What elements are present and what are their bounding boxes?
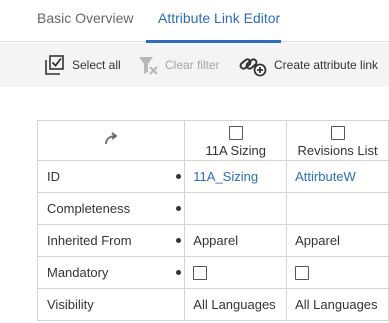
grid-cell [286,256,389,289]
attribute-id-link[interactable]: AttirbuteW [295,169,356,184]
row-label-cell: Completeness [36,192,186,225]
create-attribute-link-button[interactable]: Create attribute link [238,53,378,77]
grid-cell [286,192,389,225]
grid-cell: AttirbuteW [286,160,389,193]
column-label: 11A Sizing [205,143,266,158]
select-all-label: Select all [72,58,121,72]
column-header-revisions-list: Revisions List [286,120,389,161]
tab-basic-overview[interactable]: Basic Overview [37,8,133,28]
bullet-icon [176,206,182,211]
clear-filter-label: Clear filter [165,58,220,72]
create-link-label: Create attribute link [274,58,379,72]
mandatory-checkbox[interactable] [295,265,310,280]
column-checkbox[interactable] [228,126,243,140]
column-label: Revisions List [297,143,378,158]
toolbar: Select all Clear filter Create attribute… [0,43,389,87]
row-label: Visibility [47,297,94,312]
clear-filter-button[interactable]: Clear filter [137,53,220,77]
bullet-icon [176,174,182,179]
grid-cell: Apparel [184,224,288,257]
select-all-button[interactable]: Select all [44,53,121,77]
column-checkbox[interactable] [330,126,345,140]
column-header-11a-sizing: 11A Sizing [184,120,288,161]
tab-bar: Basic Overview Attribute Link Editor [0,0,389,43]
row-label-cell: Mandatory [36,256,186,289]
row-label: ID [47,169,60,184]
row-label-cell: Inherited From [36,224,186,257]
clear-filter-icon [137,54,159,76]
attribute-id-link[interactable]: 11A_Sizing [193,169,258,184]
grid-cell [184,192,288,225]
grid-corner-cell [36,120,186,161]
cell-value: All Languages [295,297,378,312]
table-row: Inherited From Apparel Apparel [36,224,389,257]
row-label: Completeness [47,201,131,216]
cell-value: Apparel [193,233,239,248]
attribute-link-grid: 11A Sizing Revisions List ID 11A_Sizing … [36,120,389,321]
grid-cell [184,256,288,289]
grid-cell: All Languages [184,288,288,321]
cell-value: All Languages [193,297,276,312]
swap-arrow-icon[interactable] [103,131,119,150]
select-all-icon [44,54,66,76]
cell-value: Apparel [295,233,340,248]
table-row: Mandatory [36,256,389,289]
row-label: Mandatory [47,265,109,280]
grid-cell: Apparel [286,224,389,257]
table-row: ID 11A_Sizing AttirbuteW [36,160,389,193]
row-label-cell: Visibility [36,288,186,321]
grid-header-row: 11A Sizing Revisions List [36,120,389,161]
grid-cell: All Languages [286,288,389,321]
row-label: Inherited From [47,233,132,248]
row-label-cell: ID [36,160,186,193]
tab-attribute-link-editor[interactable]: Attribute Link Editor [158,8,280,28]
grid-cell: 11A_Sizing [184,160,288,193]
mandatory-checkbox[interactable] [193,265,208,280]
table-row: Visibility All Languages All Languages [36,288,389,321]
bullet-icon [176,238,182,243]
create-link-icon [238,53,268,77]
table-row: Completeness [36,192,389,225]
bullet-icon [176,270,182,275]
